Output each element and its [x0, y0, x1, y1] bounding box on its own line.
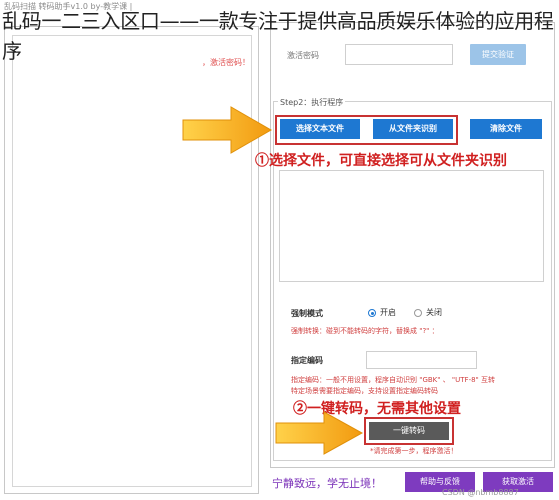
- convert-hint: *请完成第一步，程序激活！: [370, 447, 458, 455]
- left-inner-list: [12, 35, 252, 487]
- step2-label: Step2：执行程序: [278, 97, 346, 108]
- footer-slogan: 宁静致远，学无止境！: [272, 477, 382, 490]
- overlay-title: 乱码一二三入区口——一款专注于提供高品质娱乐体验的应用程序: [2, 9, 554, 63]
- force-mode-label: 强制模式: [291, 309, 323, 318]
- force-mode-on-radio[interactable]: [368, 309, 376, 317]
- force-mode-off-radio[interactable]: [414, 309, 422, 317]
- arrow-icon-2: [275, 411, 364, 455]
- encoding-input[interactable]: [366, 351, 477, 369]
- select-text-file-button[interactable]: 选择文本文件: [280, 119, 360, 139]
- encoding-hint-line1: 指定编码：一般不用设置，程序自动识别 "GBK" 、 "UTF-8" 互转: [291, 376, 496, 384]
- identify-from-folder-button[interactable]: 从文件夹识别: [373, 119, 453, 139]
- force-mode-off-label: 关闭: [426, 308, 442, 317]
- arrow-icon: [182, 106, 273, 154]
- clear-file-button[interactable]: 清除文件: [470, 119, 542, 139]
- annotation-note-1: ①选择文件，可直接选择可从文件夹识别: [255, 153, 507, 169]
- encoding-label: 指定编码: [291, 356, 323, 365]
- encoding-hint-line2: 特定场景需要指定编码，支持设置指定编码转码: [291, 387, 438, 395]
- csdn-watermark: CSDN @nbmb8887: [442, 488, 519, 497]
- force-mode-hint: 强制转换：碰到不能转码的字符，替换成 "?" ：: [291, 327, 439, 335]
- one-click-convert-button[interactable]: 一键转码: [369, 422, 449, 440]
- force-mode-on-label: 开启: [380, 308, 396, 317]
- file-text-area[interactable]: [279, 170, 544, 282]
